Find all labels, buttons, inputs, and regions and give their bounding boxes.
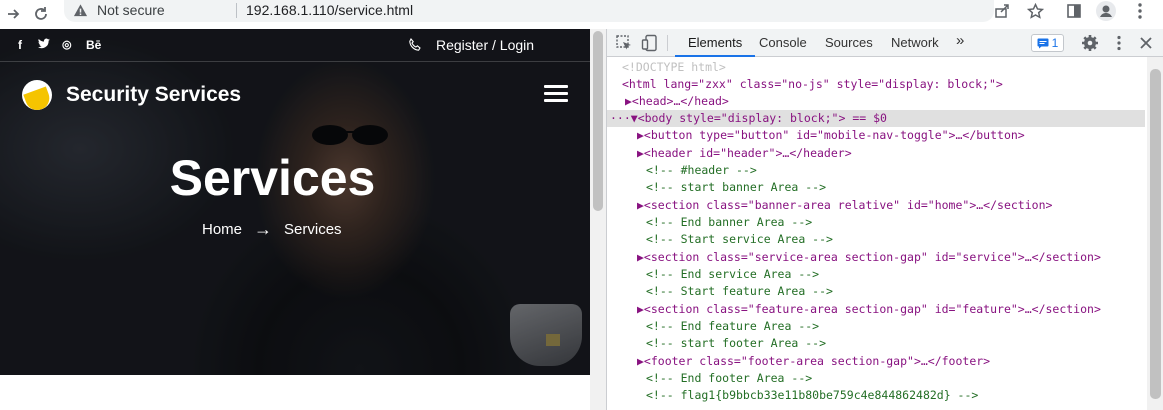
- dom-node-section-banner[interactable]: ▶<section class="banner-area relative" i…: [637, 197, 1052, 214]
- dom-comment[interactable]: <!-- Start feature Area -->: [646, 283, 833, 300]
- dom-comment-flag[interactable]: <!-- flag1{b9bbcb33e11b80be759c4e8448624…: [646, 387, 978, 404]
- behance-icon[interactable]: Bē: [86, 38, 101, 52]
- devtools-tabbar: Elements Console Sources Network » 1: [607, 29, 1163, 57]
- dom-comment[interactable]: <!-- End footer Area -->: [646, 370, 812, 387]
- banner-area: f ◎ Bē Register / Login Security Service…: [0, 29, 590, 375]
- bookmark-star-icon[interactable]: [1025, 1, 1045, 21]
- dom-node-header[interactable]: ▶<header id="header">…</header>: [637, 145, 852, 162]
- tab-network[interactable]: Network: [891, 35, 939, 50]
- dom-node-head[interactable]: ▶<head>…</head>: [625, 93, 729, 110]
- dom-tree: <!DOCTYPE html> <html lang="zxx" class="…: [607, 57, 1147, 410]
- dom-node-section-service[interactable]: ▶<section class="service-area section-ga…: [637, 249, 1101, 266]
- tab-console[interactable]: Console: [759, 35, 807, 50]
- dom-node-section-feature[interactable]: ▶<section class="feature-area section-ga…: [637, 301, 1101, 318]
- devtools-more-icon[interactable]: [1110, 34, 1128, 52]
- tab-sources[interactable]: Sources: [825, 35, 873, 50]
- register-login-link[interactable]: Register / Login: [436, 37, 534, 53]
- device-toolbar-icon[interactable]: [641, 34, 659, 52]
- dom-node-footer[interactable]: ▶<footer class="footer-area section-gap"…: [637, 353, 990, 370]
- dribbble-icon[interactable]: ◎: [62, 38, 72, 51]
- forward-icon[interactable]: [2, 3, 24, 25]
- arrow-right-icon: →: [254, 219, 273, 239]
- side-panel-icon[interactable]: [1064, 1, 1084, 21]
- more-tabs-icon[interactable]: »: [956, 32, 964, 49]
- dom-node-doctype[interactable]: <!DOCTYPE html>: [622, 59, 726, 76]
- security-label: Not secure: [97, 2, 165, 18]
- dom-node-html[interactable]: <html lang="zxx" class="no-js" style="di…: [622, 76, 1003, 93]
- address-bar[interactable]: Not secure 192.168.1.110/service.html: [64, 0, 994, 22]
- settings-gear-icon[interactable]: [1081, 34, 1099, 52]
- browser-menu-icon[interactable]: [1130, 1, 1150, 21]
- dom-comment[interactable]: <!-- End feature Area -->: [646, 318, 819, 335]
- site-logo[interactable]: [22, 80, 52, 110]
- dom-comment[interactable]: <!-- End service Area -->: [646, 266, 819, 283]
- site-brand-name[interactable]: Security Services: [66, 83, 241, 107]
- share-icon[interactable]: [992, 1, 1012, 21]
- reload-icon[interactable]: [30, 3, 52, 25]
- issue-message-icon: [1037, 38, 1049, 48]
- menu-hamburger-icon[interactable]: [544, 85, 568, 103]
- url-text[interactable]: 192.168.1.110/service.html: [246, 2, 413, 18]
- breadcrumb-home-link[interactable]: Home: [202, 221, 242, 238]
- dom-comment[interactable]: <!-- start footer Area -->: [646, 335, 826, 352]
- twitter-icon[interactable]: [38, 38, 50, 52]
- page-scrollbar[interactable]: [590, 29, 606, 410]
- tab-elements[interactable]: Elements: [688, 35, 742, 50]
- facebook-icon[interactable]: f: [18, 38, 22, 52]
- divider: [236, 3, 237, 18]
- dom-comment[interactable]: <!-- Start service Area -->: [646, 231, 833, 248]
- warning-icon: [73, 4, 88, 17]
- breadcrumb-current[interactable]: Services: [284, 221, 342, 238]
- issues-count: 1: [1051, 36, 1059, 50]
- devtools-panel: Elements Console Sources Network » 1 <!D…: [606, 29, 1163, 410]
- dom-comment[interactable]: <!-- #header -->: [646, 162, 757, 179]
- profile-avatar-icon[interactable]: [1096, 1, 1116, 21]
- breadcrumb: Home → Services: [202, 219, 342, 240]
- browser-toolbar: Not secure 192.168.1.110/service.html: [0, 0, 1163, 29]
- web-page: f ◎ Bē Register / Login Security Service…: [0, 29, 590, 410]
- issues-counter[interactable]: 1: [1031, 34, 1064, 52]
- dom-node-button[interactable]: ▶<button type="button" id="mobile-nav-to…: [637, 127, 1025, 144]
- devtools-scrollbar[interactable]: [1147, 57, 1163, 410]
- close-devtools-icon[interactable]: [1137, 34, 1155, 52]
- inspect-element-icon[interactable]: [615, 34, 633, 52]
- dom-comment[interactable]: <!-- start banner Area -->: [646, 179, 826, 196]
- dom-comment[interactable]: <!-- End banner Area -->: [646, 214, 812, 231]
- phone-icon: [409, 38, 421, 51]
- dom-node-body-selected[interactable]: ···▼<body style="display: block;"> == $0: [607, 110, 1145, 127]
- page-title: Services: [169, 150, 376, 206]
